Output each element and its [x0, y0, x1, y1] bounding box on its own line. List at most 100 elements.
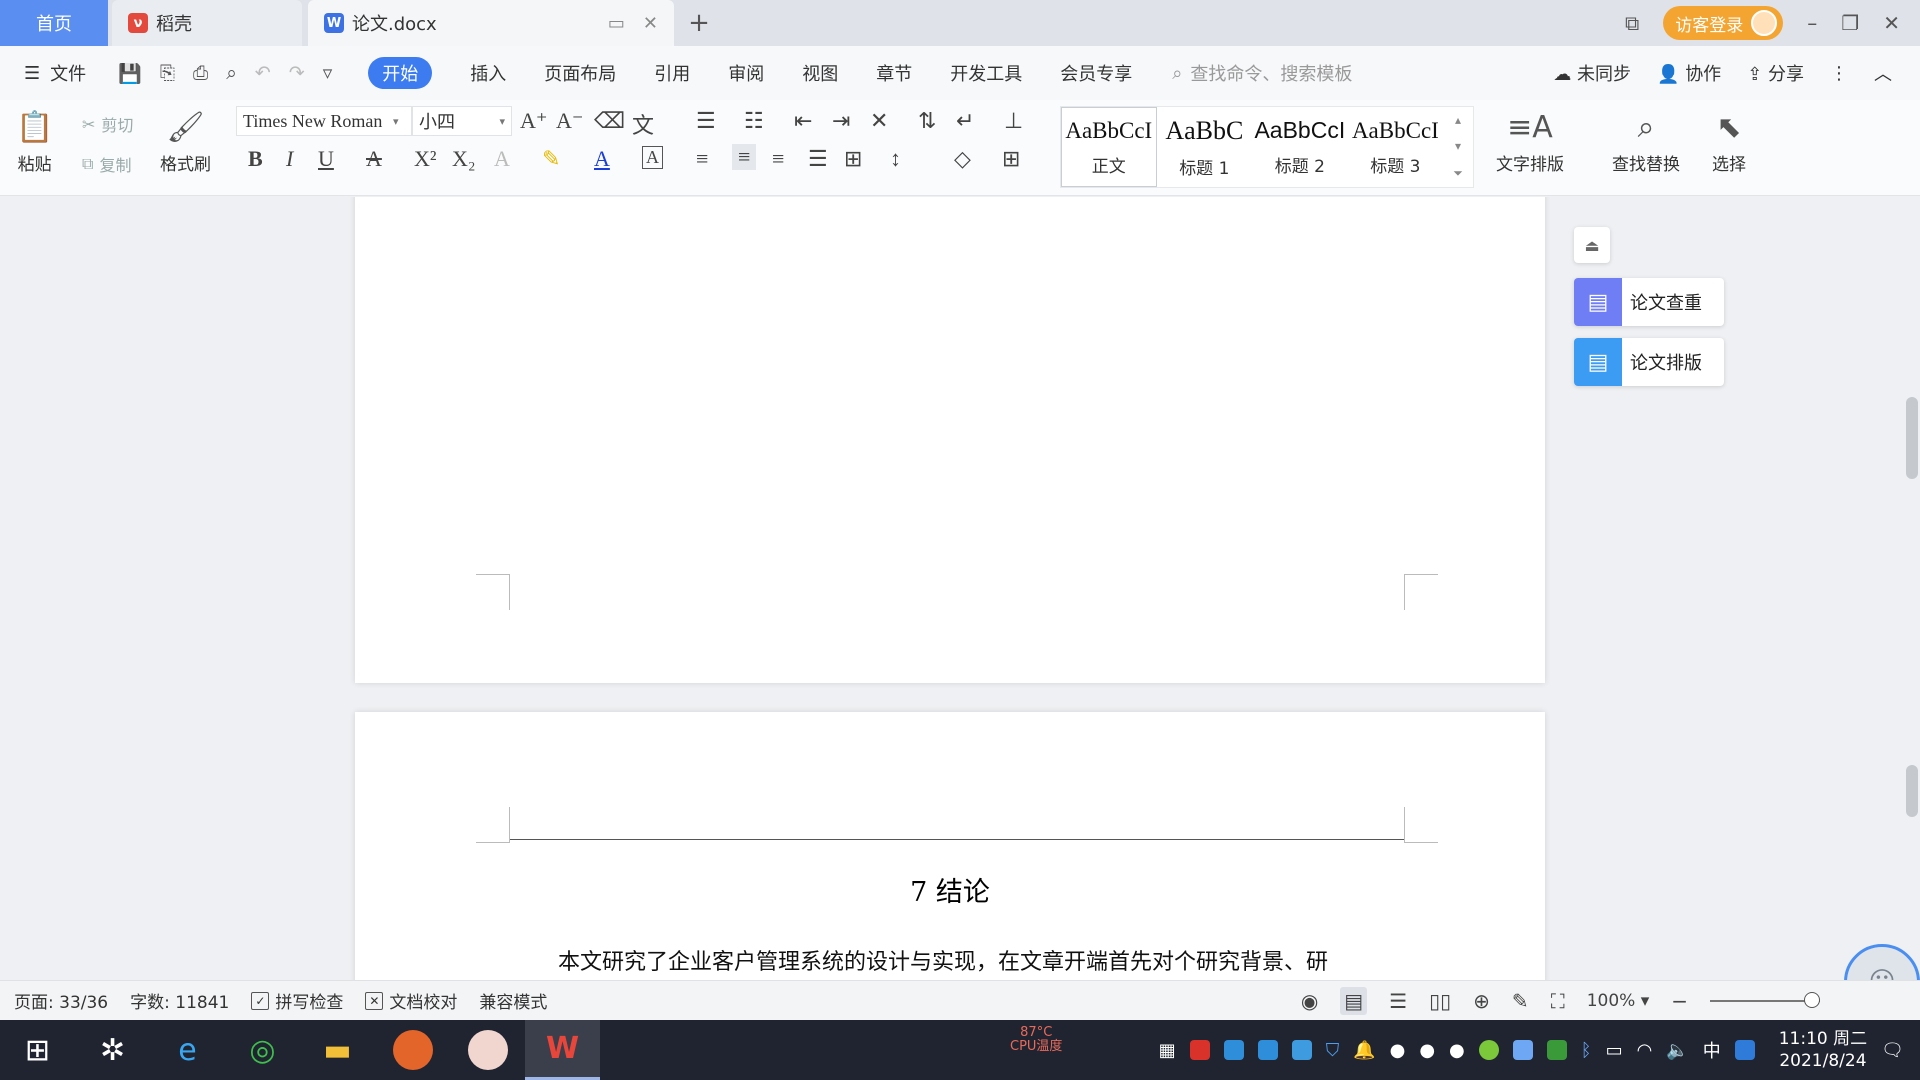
bell-icon[interactable]: 🔔: [1353, 1040, 1375, 1061]
collapse-panel-icon[interactable]: ⏏: [1574, 227, 1610, 263]
decrease-indent-icon[interactable]: ⇤: [794, 108, 812, 134]
tray-app-icon[interactable]: [1291, 1040, 1312, 1060]
proofread-button[interactable]: ✕ 文档校对: [365, 988, 457, 1013]
text-layout-button[interactable]: ≡A 文字排版: [1496, 104, 1564, 176]
body-paragraph[interactable]: 本文研究了企业客户管理系统的设计与实现，在文章开端首先对个研究背景、研: [558, 944, 1328, 976]
browser-360-icon[interactable]: ◎: [225, 1020, 300, 1080]
copy-button[interactable]: ⧉ 复制: [82, 152, 131, 176]
web-view-icon[interactable]: ⊕: [1473, 989, 1490, 1013]
qq-icon[interactable]: ●: [1390, 1040, 1406, 1061]
share-button[interactable]: ⇪ 分享: [1747, 60, 1804, 86]
cpu-monitor-icon[interactable]: ▦: [1159, 1040, 1176, 1061]
app-mascot-icon[interactable]: [375, 1020, 450, 1080]
find-replace-button[interactable]: ⌕ 查找替换: [1612, 104, 1680, 176]
save-icon[interactable]: 💾: [118, 62, 142, 85]
word-count[interactable]: 字数: 11841: [130, 988, 229, 1013]
line-spacing-icon[interactable]: ↕: [890, 146, 901, 172]
increase-indent-icon[interactable]: ⇥: [832, 108, 850, 134]
search-app-icon[interactable]: [1734, 1040, 1755, 1060]
scrollbar-thumb[interactable]: [1906, 765, 1918, 817]
eye-protect-icon[interactable]: ◉: [1301, 989, 1318, 1013]
spellcheck-button[interactable]: ✓ 拼写检查: [251, 988, 343, 1013]
tray-app-icon[interactable]: [1512, 1040, 1533, 1060]
distribute-icon[interactable]: ⊞: [844, 146, 862, 172]
nvidia-icon[interactable]: [1546, 1040, 1567, 1060]
para-mark-icon[interactable]: ↵: [956, 108, 974, 134]
page-view-icon[interactable]: ▤: [1340, 986, 1368, 1015]
numbering-icon[interactable]: ☷: [744, 108, 764, 134]
command-search[interactable]: ⌕ 查找命令、搜索模板: [1172, 60, 1352, 86]
collaborate-button[interactable]: 👤 协作: [1657, 60, 1721, 86]
volume-icon[interactable]: 🔈: [1666, 1040, 1688, 1061]
restore-button[interactable]: ❐: [1841, 11, 1859, 35]
vertical-scrollbar[interactable]: [1902, 197, 1920, 980]
italic-icon[interactable]: I: [286, 146, 293, 172]
windows-start-icon[interactable]: ⊞: [0, 1020, 75, 1080]
style-heading-3[interactable]: AaBbCcI 标题 3: [1348, 107, 1444, 187]
thesis-layout-button[interactable]: ▤ 论文排版: [1574, 338, 1724, 386]
style-normal[interactable]: AaBbCcI 正文: [1061, 107, 1157, 187]
tray-app-icon[interactable]: [1189, 1040, 1210, 1060]
tray-app-icon[interactable]: [1223, 1040, 1244, 1060]
font-size-select[interactable]: 小四 ▾: [412, 106, 512, 136]
menu-chapter[interactable]: 章节: [876, 60, 912, 86]
zoom-slider[interactable]: [1710, 991, 1820, 1008]
print-preview-icon[interactable]: ⌕: [226, 62, 237, 85]
superscript-icon[interactable]: X²: [414, 146, 436, 172]
app-avatar-icon[interactable]: [450, 1020, 525, 1080]
zoom-out-icon[interactable]: −: [1671, 989, 1688, 1013]
undo-icon[interactable]: ↶: [255, 62, 271, 85]
zoom-slider-knob[interactable]: [1804, 991, 1820, 1008]
bold-icon[interactable]: B: [248, 146, 263, 172]
outline-view-icon[interactable]: ☰: [1389, 989, 1407, 1013]
font-name-select[interactable]: Times New Roman ▾: [236, 106, 412, 136]
menu-member[interactable]: 会员专享: [1060, 60, 1132, 86]
tab-document[interactable]: W 论文.docx ▭ ✕: [308, 0, 674, 46]
guest-login-button[interactable]: 访客登录: [1663, 6, 1784, 40]
page-indicator[interactable]: 页面: 33/36: [14, 988, 108, 1013]
align-center-icon[interactable]: ≡: [732, 144, 757, 170]
menu-developer[interactable]: 开发工具: [950, 60, 1022, 86]
document-page[interactable]: [355, 197, 1545, 683]
tray-app-icon[interactable]: [1257, 1040, 1278, 1060]
plagiarism-check-button[interactable]: ▤ 论文查重: [1574, 278, 1724, 326]
menu-review[interactable]: 审阅: [728, 60, 764, 86]
sync-status[interactable]: ☁ 未同步: [1553, 60, 1631, 86]
tab-ruler-icon[interactable]: ⊥: [1004, 108, 1023, 134]
read-view-icon[interactable]: ▯▯: [1429, 989, 1451, 1013]
chinese-layout-icon[interactable]: ✕: [870, 108, 888, 134]
battery-icon[interactable]: ▭: [1606, 1040, 1623, 1061]
customize-dropdown-icon[interactable]: ▿: [323, 62, 333, 85]
wifi-icon[interactable]: ◠: [1637, 1040, 1653, 1061]
tab-home[interactable]: 首页: [0, 0, 108, 46]
more-icon[interactable]: ⋮: [1830, 63, 1848, 84]
style-heading-1[interactable]: AaBbC 标题 1: [1157, 107, 1253, 187]
select-button[interactable]: ⬉ 选择: [1712, 104, 1746, 176]
clear-format-icon[interactable]: ⌫: [594, 108, 625, 134]
close-tab-icon[interactable]: ✕: [643, 13, 658, 34]
borders-icon[interactable]: ⊞: [1002, 146, 1020, 172]
text-effect-icon[interactable]: A: [494, 146, 510, 172]
redo-icon[interactable]: ↷: [289, 62, 305, 85]
cut-button[interactable]: ✂ 剪切: [82, 112, 133, 136]
bluetooth-icon[interactable]: ᛒ: [1581, 1040, 1592, 1061]
close-window-button[interactable]: ✕: [1883, 11, 1900, 35]
file-menu[interactable]: ☰ 文件: [0, 60, 106, 86]
system-clock[interactable]: 11:10 周二 2021/8/24: [1779, 1028, 1867, 1072]
align-left-icon[interactable]: ≡: [696, 146, 708, 172]
app-pinwheel-icon[interactable]: ✲: [75, 1020, 150, 1080]
scrollbar-thumb[interactable]: [1906, 397, 1918, 479]
phonetic-icon[interactable]: 文: [632, 108, 654, 140]
tab-daoke[interactable]: ν 稻壳: [112, 0, 302, 46]
wps-office-icon[interactable]: W: [525, 1020, 600, 1080]
document-page[interactable]: 7 结论 本文研究了企业客户管理系统的设计与实现，在文章开端首先对个研究背景、研: [355, 712, 1545, 980]
format-painter-button[interactable]: 🖌 格式刷: [160, 104, 211, 176]
fit-page-icon[interactable]: ⛶: [1551, 989, 1565, 1013]
grow-font-icon[interactable]: A⁺: [520, 108, 548, 134]
strikethrough-icon[interactable]: A: [366, 146, 382, 172]
shield-icon[interactable]: ⛉: [1326, 1040, 1340, 1061]
style-heading-2[interactable]: AaBbCcI 标题 2: [1252, 107, 1348, 187]
new-tab-button[interactable]: +: [674, 0, 724, 46]
subscript-icon[interactable]: X₂: [452, 146, 476, 172]
menu-home[interactable]: 开始: [368, 57, 433, 89]
